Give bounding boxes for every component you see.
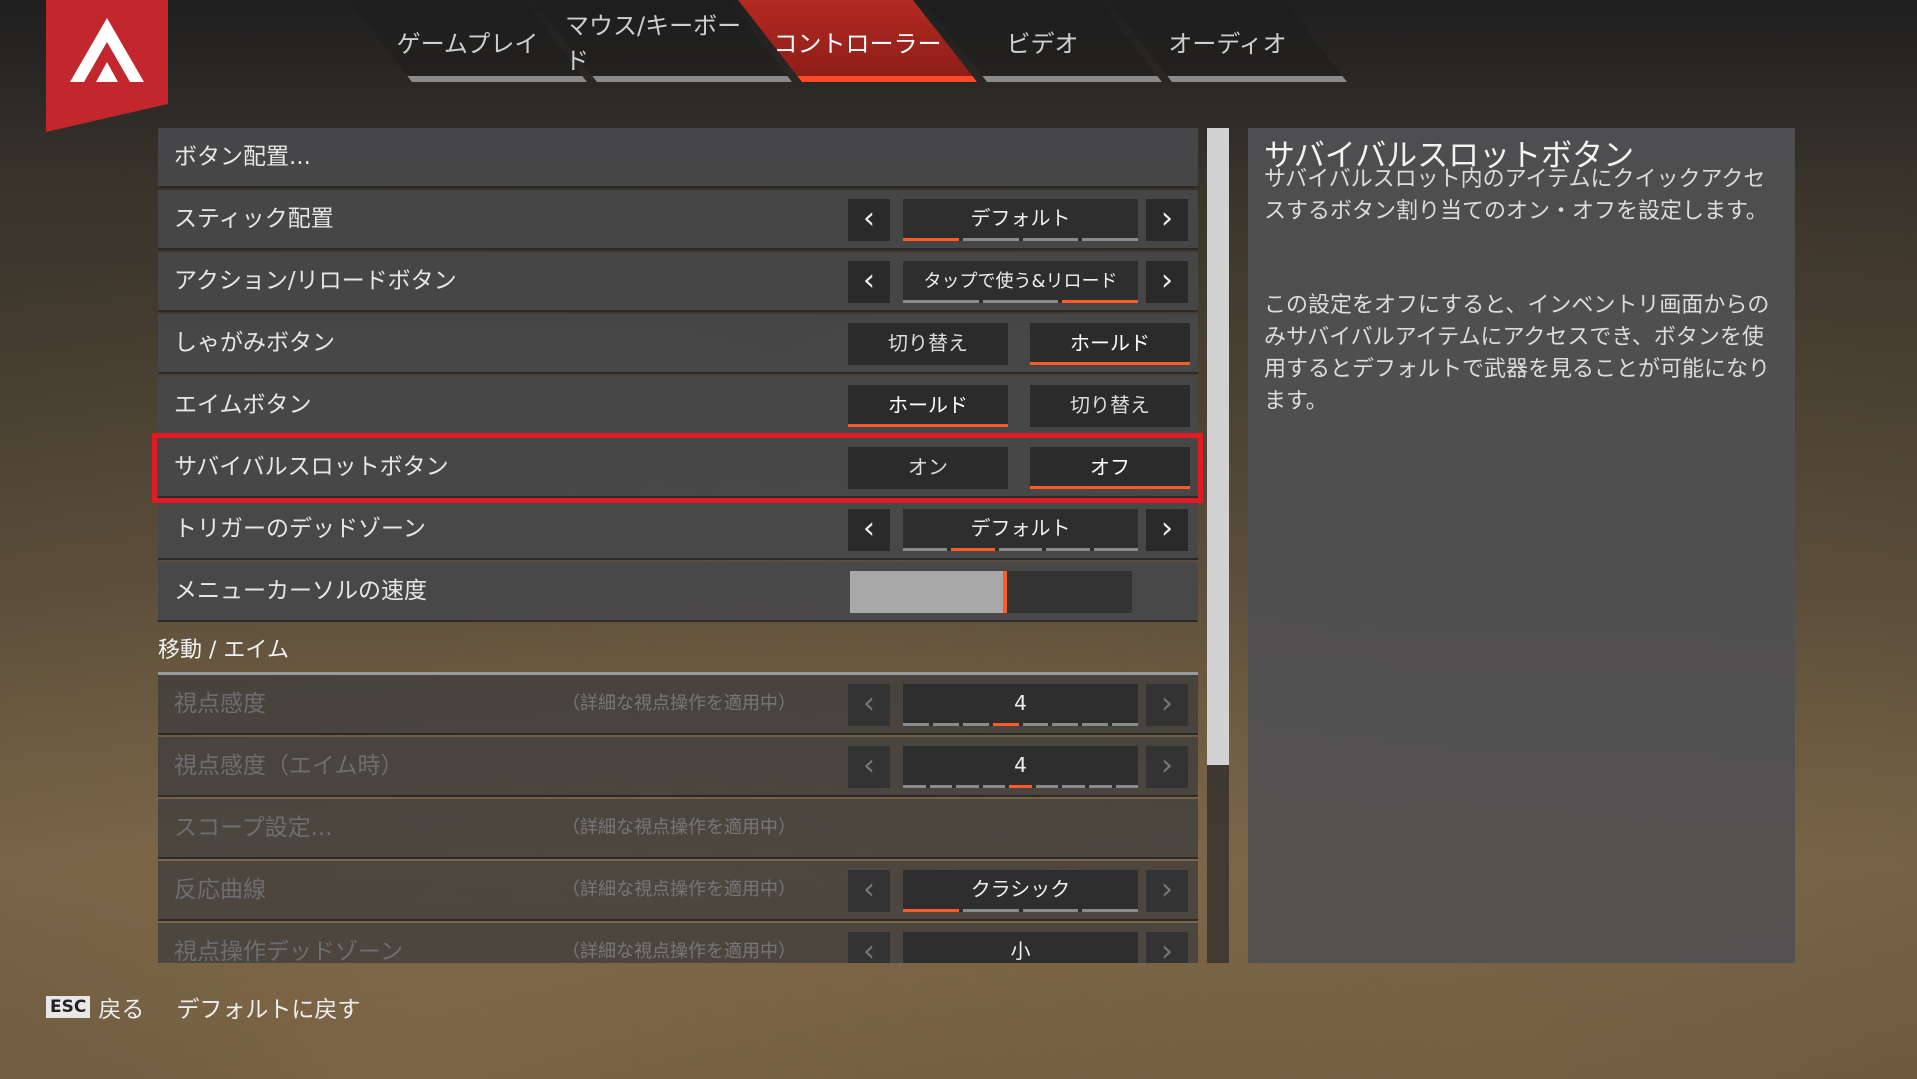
look-sensitivity-row: 視点感度 （詳細な視点操作を適用中） ‹ 4 › <box>158 675 1198 735</box>
chevron-right-icon[interactable]: › <box>1146 932 1188 963</box>
option-indicator <box>903 300 1139 303</box>
esc-key-icon: ESC <box>46 996 91 1018</box>
settings-panel: ボタン配置... スティック配置 ‹ デフォルト › アクション/リロードボタン… <box>158 128 1198 963</box>
section-title: 移動 / エイム <box>158 638 289 663</box>
setting-label: 視点感度（エイム時） <box>174 753 404 779</box>
look-deadzone-selector: 小 <box>903 932 1138 963</box>
look-sensitivity-selector: 4 <box>903 684 1138 726</box>
setting-label: メニューカーソルの速度 <box>174 578 427 604</box>
chevron-right-icon[interactable]: › <box>1146 870 1188 912</box>
setting-label: アクション/リロードボタン <box>174 268 457 294</box>
trigger-deadzone-row: トリガーのデッドゾーン ‹ デフォルト › <box>158 500 1198 560</box>
tab-video[interactable]: ビデオ <box>922 0 1163 82</box>
chevron-left-icon[interactable]: ‹ <box>848 684 890 726</box>
selector-value: デフォルト <box>970 516 1071 540</box>
footer-bar: ESC 戻る デフォルトに戻す <box>46 990 360 1024</box>
response-curve-selector: クラシック <box>903 870 1138 912</box>
description-panel: サバイバルスロットボタン サバイバルスロット内のアイテムにクイックアクセスするボ… <box>1248 128 1795 963</box>
setting-label: エイムボタン <box>174 392 312 418</box>
setting-label: 視点感度 <box>174 691 266 717</box>
apex-logo <box>46 0 168 132</box>
tab-mouse-keyboard[interactable]: マウス/キーボード <box>532 0 793 82</box>
tab-gameplay[interactable]: ゲームプレイ <box>347 0 588 82</box>
trigger-deadzone-selector: デフォルト <box>903 509 1138 551</box>
look-sensitivity-ads-row: 視点感度（エイム時） ‹ 4 › <box>158 737 1198 797</box>
crouch-row: しゃがみボタン 切り替え ホールド <box>158 314 1198 374</box>
response-curve-row: 反応曲線 （詳細な視点操作を適用中） ‹ クラシック › <box>158 861 1198 921</box>
look-sensitivity-ads-selector: 4 <box>903 746 1139 788</box>
setting-label: しゃがみボタン <box>174 330 335 356</box>
crouch-toggle-button[interactable]: 切り替え <box>848 323 1008 365</box>
scope-settings-row[interactable]: スコープ設定... （詳細な視点操作を適用中） <box>158 799 1198 859</box>
look-deadzone-row: 視点操作デッドゾーン （詳細な視点操作を適用中） ‹ 小 › <box>158 923 1198 963</box>
menu-cursor-speed-row: メニューカーソルの速度 <box>158 562 1198 622</box>
tab-audio[interactable]: オーディオ <box>1107 0 1348 82</box>
selector-value: 小 <box>1010 939 1031 963</box>
selector-value: 4 <box>1014 691 1027 715</box>
selector-value: クラシック <box>970 877 1071 901</box>
chevron-right-icon[interactable]: › <box>1146 684 1188 726</box>
scrollbar[interactable] <box>1207 128 1229 963</box>
description-text-2: この設定をオフにすると、インベントリ画面からのみサバイバルアイテムにアクセスでき… <box>1264 293 1771 414</box>
chevron-left-icon[interactable]: ‹ <box>848 509 890 551</box>
chevron-left-icon[interactable]: ‹ <box>848 870 890 912</box>
setting-label: 反応曲線 <box>174 877 266 903</box>
chevron-left-icon[interactable]: ‹ <box>848 261 890 303</box>
menu-cursor-speed-slider[interactable] <box>850 571 1132 613</box>
section-header-move-aim: 移動 / エイム <box>158 624 1198 675</box>
stick-layout-selector: デフォルト <box>903 199 1138 241</box>
setting-label: トリガーのデッドゾーン <box>174 516 426 542</box>
option-indicator <box>903 548 1138 551</box>
scrollbar-thumb[interactable] <box>1207 128 1229 765</box>
button-layout-row[interactable]: ボタン配置... <box>158 128 1198 188</box>
disabled-note: （詳細な視点操作を適用中） <box>562 879 796 900</box>
setting-label: 視点操作デッドゾーン <box>174 939 403 963</box>
tab-bar: ゲームプレイ マウス/キーボード コントローラー ビデオ オーディオ <box>340 0 1405 82</box>
selector-value: 4 <box>1014 753 1027 777</box>
action-reload-row: アクション/リロードボタン ‹ タップで使う&リロード › <box>158 252 1198 312</box>
aim-hold-button[interactable]: ホールド <box>848 385 1008 427</box>
slider-handle[interactable] <box>1003 571 1008 613</box>
chevron-right-icon[interactable]: › <box>1146 509 1188 551</box>
selector-value: デフォルト <box>970 206 1071 230</box>
disabled-note: （詳細な視点操作を適用中） <box>562 693 796 714</box>
option-indicator <box>903 785 1139 788</box>
disabled-note: （詳細な視点操作を適用中） <box>562 817 796 838</box>
action-reload-selector: タップで使う&リロード <box>903 261 1139 303</box>
setting-label: スティック配置 <box>174 206 334 232</box>
option-indicator <box>903 723 1138 726</box>
button-layout-label: ボタン配置... <box>174 144 311 170</box>
stick-layout-row: スティック配置 ‹ デフォルト › <box>158 190 1198 250</box>
chevron-left-icon[interactable]: ‹ <box>848 199 890 241</box>
selector-value: タップで使う&リロード <box>923 271 1118 292</box>
back-button[interactable]: 戻る <box>98 990 144 1024</box>
description-text-1: サバイバルスロット内のアイテムにクイックアクセスするボタン割り当てのオン・オフを… <box>1264 167 1768 224</box>
tab-controller[interactable]: コントローラー <box>737 0 978 82</box>
chevron-right-icon[interactable]: › <box>1146 199 1188 241</box>
slider-fill <box>850 571 1006 613</box>
aim-toggle-button[interactable]: 切り替え <box>1030 385 1190 427</box>
chevron-right-icon[interactable]: › <box>1146 746 1188 788</box>
setting-label: スコープ設定... <box>174 815 333 841</box>
aim-row: エイムボタン ホールド 切り替え <box>158 376 1198 436</box>
crouch-hold-button[interactable]: ホールド <box>1030 323 1190 365</box>
disabled-note: （詳細な視点操作を適用中） <box>562 941 796 962</box>
chevron-left-icon[interactable]: ‹ <box>848 746 890 788</box>
highlight-box <box>152 433 1203 503</box>
chevron-right-icon[interactable]: › <box>1146 261 1188 303</box>
reset-default-button[interactable]: デフォルトに戻す <box>176 990 360 1024</box>
option-indicator <box>903 909 1138 912</box>
chevron-left-icon[interactable]: ‹ <box>848 932 890 963</box>
option-indicator <box>903 238 1138 241</box>
